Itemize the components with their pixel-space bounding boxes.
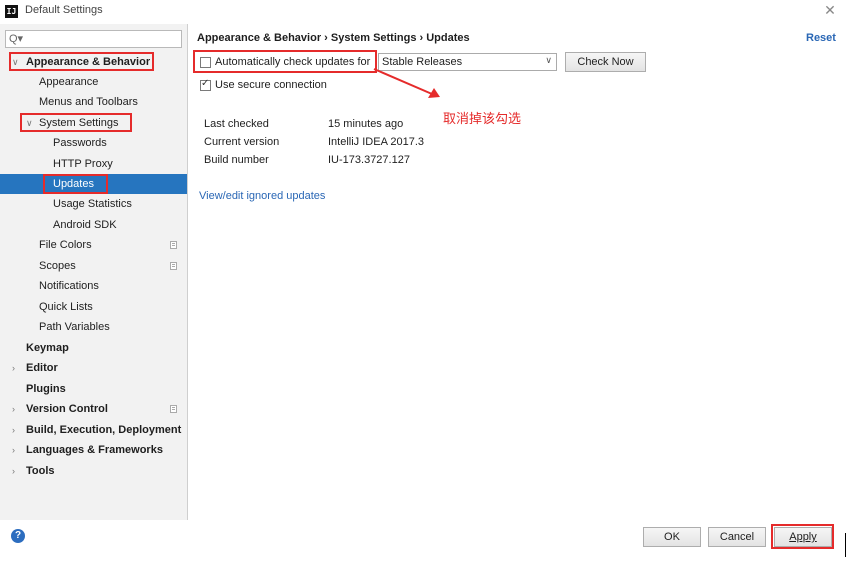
secure-connection-label[interactable]: Use secure connection xyxy=(215,79,327,91)
search-icon: Q▾ xyxy=(9,33,24,45)
project-copy-icon xyxy=(170,262,177,270)
tree-item-build-execution-deployment[interactable]: › Build, Execution, Deployment xyxy=(0,420,187,440)
tree-item-editor[interactable]: › Editor xyxy=(0,358,187,378)
ok-button[interactable]: OK xyxy=(643,527,701,547)
ignored-updates-link[interactable]: View/edit ignored updates xyxy=(199,190,325,202)
intellij-app-icon: IJ xyxy=(5,5,18,18)
tree-item-tools[interactable]: › Tools xyxy=(0,461,187,481)
tree-item-languages-frameworks[interactable]: › Languages & Frameworks xyxy=(0,440,187,460)
annotation-text: 取消掉该勾选 xyxy=(443,112,522,127)
tree-item-quick-lists[interactable]: Quick Lists xyxy=(0,297,187,317)
last-checked-label: Last checked xyxy=(204,118,269,130)
chevron-down-icon: ∨ xyxy=(545,55,552,65)
tree-item-keymap[interactable]: Keymap xyxy=(0,338,187,358)
help-icon[interactable]: ? xyxy=(11,529,25,543)
check-now-button[interactable]: Check Now xyxy=(565,52,646,72)
chevron-right-icon: › xyxy=(12,363,15,373)
tree-item-http-proxy[interactable]: HTTP Proxy xyxy=(0,154,187,174)
breadcrumb: Appearance & Behavior › System Settings … xyxy=(197,32,470,44)
tree-item-usage-statistics[interactable]: Usage Statistics xyxy=(0,194,187,214)
highlight-apply xyxy=(771,524,834,549)
highlight-updates xyxy=(43,174,108,194)
close-icon[interactable]: ✕ xyxy=(822,2,838,19)
tree-item-version-control[interactable]: › Version Control xyxy=(0,399,187,419)
annotation-arrow xyxy=(373,68,440,98)
last-checked-value: 15 minutes ago xyxy=(328,118,404,130)
tree-item-notifications[interactable]: Notifications xyxy=(0,276,187,296)
current-version-label: Current version xyxy=(204,136,280,148)
text-cursor xyxy=(845,533,846,557)
tree-item-scopes[interactable]: Scopes xyxy=(0,256,187,276)
reset-link[interactable]: Reset xyxy=(806,32,836,44)
cancel-button[interactable]: Cancel xyxy=(708,527,766,547)
chevron-right-icon: › xyxy=(12,445,15,455)
build-number-value: IU-173.3727.127 xyxy=(328,154,410,166)
title-bar: IJ Default Settings ✕ xyxy=(0,0,845,22)
chevron-right-icon: › xyxy=(12,404,15,414)
tree-item-menus-toolbars[interactable]: Menus and Toolbars xyxy=(0,92,187,112)
settings-tree-panel: Q▾ ∨ Appearance & Behavior Appearance Me… xyxy=(0,24,188,520)
project-copy-icon xyxy=(170,241,177,249)
tree-item-path-variables[interactable]: Path Variables xyxy=(0,317,187,337)
tree-item-plugins[interactable]: Plugins xyxy=(0,379,187,399)
chevron-right-icon: › xyxy=(12,466,15,476)
tree-item-passwords[interactable]: Passwords xyxy=(0,133,187,153)
secure-connection-checkbox[interactable] xyxy=(200,78,211,91)
window-title: Default Settings xyxy=(25,4,103,16)
chevron-right-icon: › xyxy=(12,425,15,435)
highlight-system-settings xyxy=(20,113,132,132)
tree-item-appearance[interactable]: Appearance xyxy=(0,72,187,92)
project-copy-icon xyxy=(170,405,177,413)
highlight-auto-check xyxy=(193,50,377,73)
highlight-appearance-behavior xyxy=(9,52,154,71)
tree-item-file-colors[interactable]: File Colors xyxy=(0,235,187,255)
search-input[interactable]: Q▾ xyxy=(5,30,182,48)
build-number-label: Build number xyxy=(204,154,269,166)
tree-item-android-sdk[interactable]: Android SDK xyxy=(0,215,187,235)
current-version-value: IntelliJ IDEA 2017.3 xyxy=(328,136,425,148)
